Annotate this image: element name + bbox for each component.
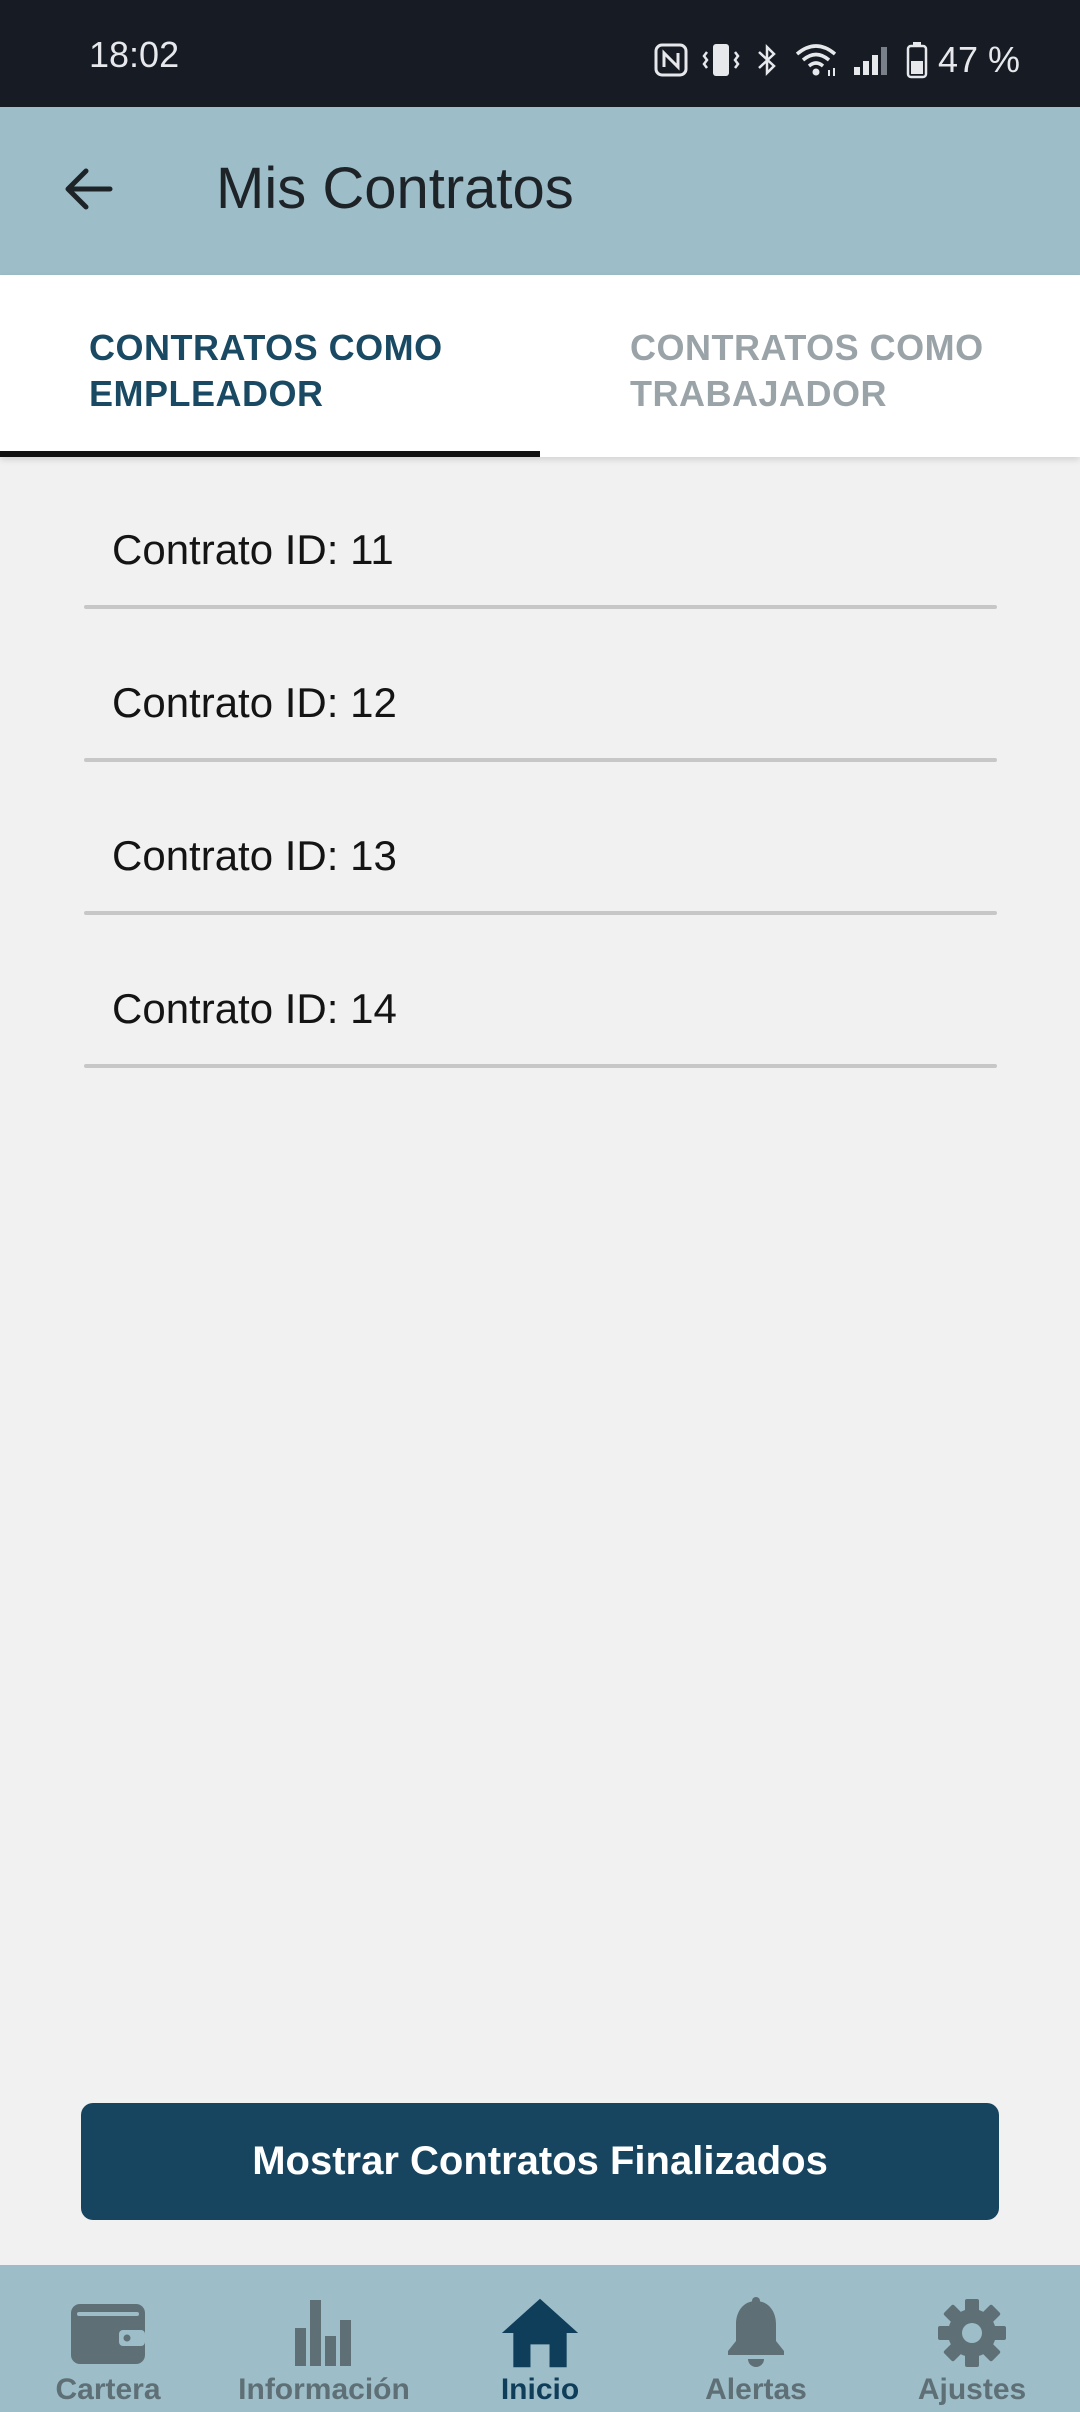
list-item[interactable]: Contrato ID: 13: [84, 791, 997, 944]
tab-bar: CONTRATOS COMO EMPLEADOR CONTRATOS COMO …: [0, 275, 1080, 457]
contract-label: Contrato ID: 12: [112, 679, 397, 726]
divider: [84, 758, 997, 762]
status-time: 18:02: [89, 34, 180, 75]
tab-label-line2: TRABAJADOR: [630, 373, 887, 414]
battery-percentage: 47 %: [937, 39, 1020, 80]
bar-chart-icon: [284, 2293, 364, 2373]
list-item[interactable]: Contrato ID: 14: [84, 944, 997, 1097]
bottom-nav: Cartera Información Inicio Alertas Ajust…: [0, 2265, 1080, 2412]
page-title: Mis Contratos: [216, 156, 574, 221]
nav-label: Alertas: [705, 2373, 807, 2406]
divider: [84, 1064, 997, 1068]
nav-label: Cartera: [55, 2373, 161, 2406]
bell-icon: [716, 2293, 796, 2373]
back-button[interactable]: [48, 151, 128, 231]
contract-label: Contrato ID: 11: [112, 526, 394, 573]
nav-item-inicio[interactable]: Inicio: [432, 2265, 648, 2412]
nav-label: Ajustes: [917, 2373, 1027, 2406]
nav-label: Información: [238, 2373, 410, 2406]
status-bar: 18:02 47 %: [0, 0, 1080, 107]
tab-indicator: [0, 451, 540, 457]
divider: [84, 605, 997, 609]
status-icons: 47 %: [654, 40, 1020, 80]
tab-label-line1: CONTRATOS COMO: [89, 327, 443, 368]
nav-item-informacion[interactable]: Información: [216, 2265, 432, 2412]
arrow-left-icon: [60, 161, 116, 222]
contract-label: Contrato ID: 14: [112, 985, 397, 1032]
home-icon: [500, 2293, 580, 2373]
nfc-icon: [654, 43, 688, 77]
nav-item-alertas[interactable]: Alertas: [648, 2265, 864, 2412]
nav-label: Inicio: [500, 2373, 580, 2406]
tab-label-line1: CONTRATOS COMO: [630, 327, 984, 368]
gear-icon: [932, 2293, 1012, 2373]
app-bar: Mis Contratos: [0, 107, 1080, 275]
signal-icon: [852, 43, 892, 77]
nav-item-cartera[interactable]: Cartera: [0, 2265, 216, 2412]
divider: [84, 911, 997, 915]
tab-contratos-trabajador[interactable]: CONTRATOS COMO TRABAJADOR: [540, 275, 1080, 457]
contract-label: Contrato ID: 13: [112, 832, 397, 879]
battery-icon: [906, 41, 928, 79]
bluetooth-icon: [754, 42, 780, 78]
list-item[interactable]: Contrato ID: 12: [84, 638, 997, 791]
nav-item-ajustes[interactable]: Ajustes: [864, 2265, 1080, 2412]
tab-contratos-empleador[interactable]: CONTRATOS COMO EMPLEADOR: [0, 275, 540, 457]
tab-label-line2: EMPLEADOR: [89, 373, 324, 414]
show-finished-contracts-button[interactable]: Mostrar Contratos Finalizados: [81, 2103, 999, 2220]
vibrate-icon: [702, 42, 740, 78]
wifi-icon: [794, 42, 838, 78]
contract-list: Contrato ID: 11 Contrato ID: 12 Contrato…: [84, 485, 997, 1097]
wallet-icon: [68, 2293, 148, 2373]
list-item[interactable]: Contrato ID: 11: [84, 485, 997, 638]
